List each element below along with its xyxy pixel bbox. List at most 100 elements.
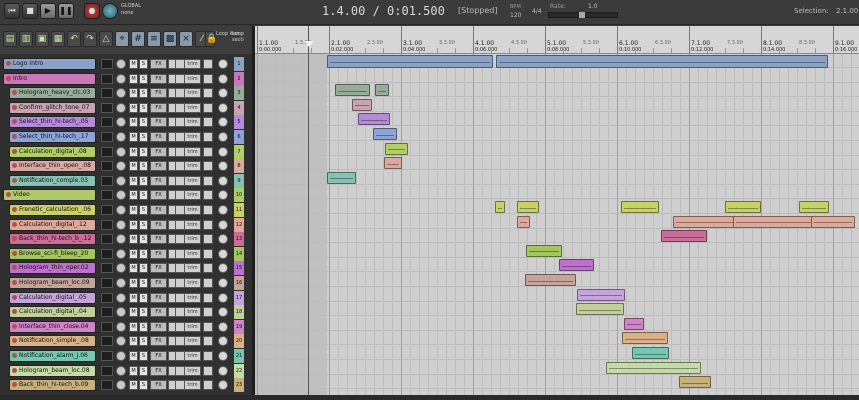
fx-button[interactable]: FX [150,234,167,245]
track-name[interactable]: Interface_thin_close.04 [9,320,96,333]
media-item[interactable] [725,201,761,213]
phase-button[interactable] [203,292,213,303]
track-row[interactable]: Notification_simple_.08 M S FX trim 20 [0,334,246,349]
automation-mode-button[interactable]: trim [184,161,201,172]
timeline-ruler[interactable]: 1.1.00 0:00.000 2.1.00 0:02.000 3.1.00 0:04.0… [255,26,859,54]
fx-button[interactable]: FX [150,146,167,157]
track-name[interactable]: Hologram_beam_loc.08 [9,364,96,377]
media-item[interactable] [517,215,530,228]
solo-button[interactable]: S [139,234,148,245]
record-arm-icon[interactable] [12,280,17,285]
open-project-button[interactable]: ▥ [19,31,33,47]
track-row[interactable]: Back_thin_hi-tech_b_.12 M S FX trim 13 [0,232,246,247]
record-arm-icon[interactable] [12,338,17,344]
track-row[interactable]: Logo Intro M S FX trim 1 [0,57,246,71]
mute-button[interactable]: M [129,205,138,215]
pan-knob[interactable] [218,380,228,391]
automation-mode-button[interactable]: trim [184,292,201,303]
pan-knob[interactable] [218,73,228,84]
phase-button[interactable] [203,321,213,332]
phase-button[interactable] [203,102,213,113]
mute-button[interactable]: M [129,234,138,245]
mute-button[interactable]: M [129,248,138,259]
repeat-toggle[interactable] [102,3,118,19]
track-row[interactable]: Intro M S FX trim 2 [0,71,246,86]
record-arm-icon[interactable] [6,61,11,66]
solo-button[interactable]: S [139,161,148,172]
phase-button[interactable] [203,73,213,84]
track-name[interactable]: Calculation_digital_.08 [9,145,96,158]
volume-knob[interactable] [116,336,126,347]
record-arm-icon[interactable] [12,309,17,315]
timecode-display[interactable]: 1.4.00 / 0:01.500 [322,4,445,18]
fx-button[interactable]: FX [150,175,167,186]
track-row[interactable]: Hologram_heavy_clc.03 M S FX trim 3 [0,86,246,101]
mute-button[interactable]: M [129,278,138,288]
record-arm-icon[interactable] [12,265,17,271]
track-lane[interactable] [255,346,859,360]
volume-knob[interactable] [116,219,126,230]
volume-knob[interactable] [116,263,126,274]
track-lane[interactable] [255,288,859,302]
pan-knob[interactable] [218,321,228,332]
track-name[interactable]: Confirm_glitch_tone_07 [9,101,96,114]
media-item[interactable] [384,157,402,170]
record-arm-icon[interactable] [12,177,17,183]
track-name[interactable]: Select_thin_hi-tech_.05 [9,116,96,129]
pan-knob[interactable] [218,146,228,157]
track-lanes[interactable] [255,54,859,400]
horizontal-scrollbar[interactable] [0,395,859,400]
record-arm-icon[interactable] [12,221,17,227]
fx-button[interactable]: FX [150,248,167,259]
automation-mode-button[interactable]: trim [184,117,201,128]
volume-knob[interactable] [116,161,126,172]
media-item[interactable] [526,244,562,257]
media-item[interactable] [624,317,644,330]
volume-knob[interactable] [116,146,126,157]
solo-button[interactable]: S [139,190,148,201]
fx-button[interactable]: FX [150,117,167,128]
volume-knob[interactable] [116,190,126,201]
phase-button[interactable] [203,205,213,215]
media-item[interactable] [622,332,668,345]
solo-button[interactable]: S [139,219,148,230]
automation-mode-button[interactable]: trim [184,248,201,259]
track-lane[interactable] [255,200,859,214]
automation-mode-button[interactable]: trim [184,380,201,391]
volume-knob[interactable] [116,59,126,69]
media-item[interactable] [811,215,855,228]
track-lane[interactable] [255,258,859,273]
phase-button[interactable] [203,59,213,69]
media-item[interactable] [576,303,624,316]
solo-button[interactable]: S [139,117,148,128]
track-name[interactable]: Hologram_thin_oper.02 [9,262,96,275]
record-arm-icon[interactable] [6,192,11,198]
record-arm-icon[interactable] [12,323,17,329]
fx-button[interactable]: FX [150,321,167,332]
fx-button[interactable]: FX [150,59,167,69]
solo-button[interactable]: S [139,102,148,113]
phase-button[interactable] [203,248,213,259]
save-project-button[interactable]: ▣ [35,31,49,47]
pan-knob[interactable] [218,190,228,201]
record-arm-icon[interactable] [12,207,17,212]
fx-button[interactable]: FX [150,205,167,215]
mute-button[interactable]: M [129,321,138,332]
media-item[interactable] [385,142,408,155]
pan-knob[interactable] [218,292,228,303]
fx-button[interactable]: FX [150,307,167,318]
pan-knob[interactable] [218,336,228,347]
volume-knob[interactable] [116,307,126,318]
track-row[interactable]: Notification_comple.03 M S FX trim 9 [0,173,246,188]
track-name[interactable]: Interface_thin_open_.08 [9,160,96,173]
automation-mode-button[interactable]: trim [184,278,201,288]
fx-button[interactable]: FX [150,190,167,201]
volume-knob[interactable] [116,88,126,99]
media-item[interactable] [335,84,370,97]
track-lane[interactable] [255,229,859,244]
mute-button[interactable]: M [129,307,138,318]
pan-knob[interactable] [218,365,228,376]
record-arm-icon[interactable] [12,163,17,169]
mute-button[interactable]: M [129,117,138,128]
pan-knob[interactable] [218,132,228,142]
